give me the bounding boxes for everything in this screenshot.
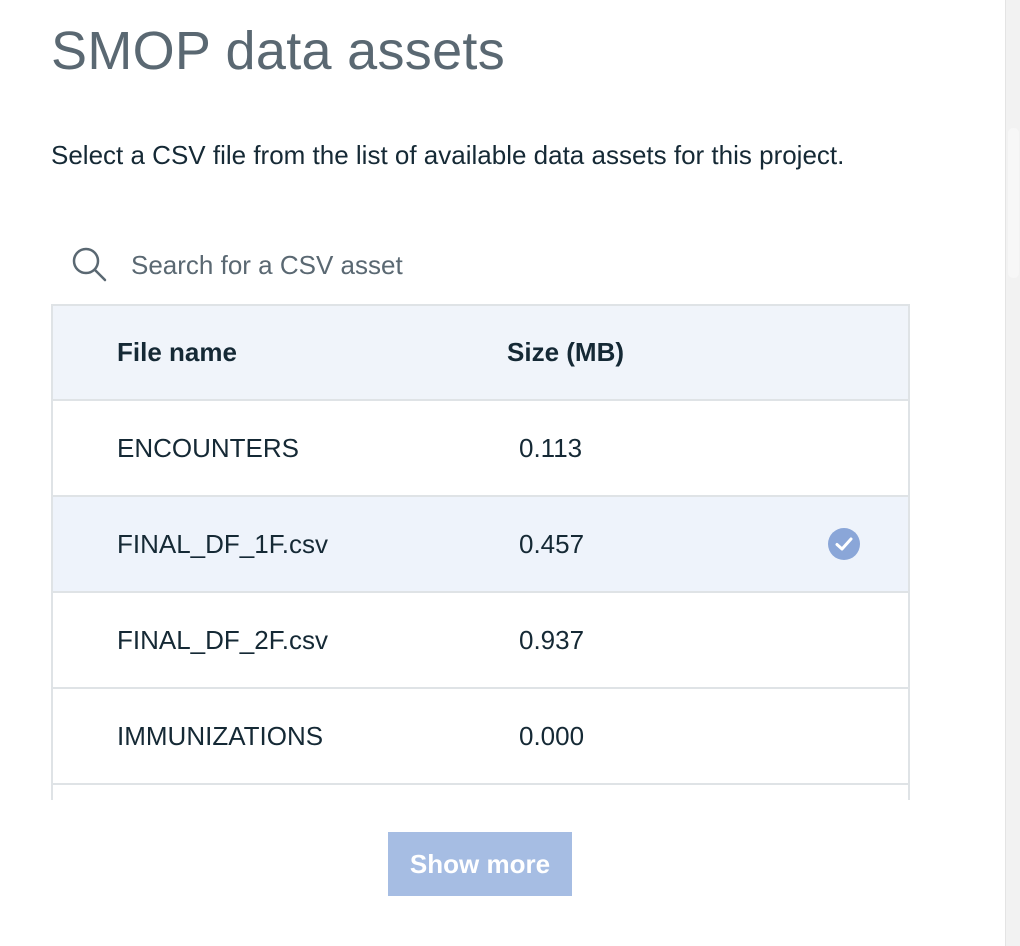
search-bar (51, 230, 909, 300)
file-size-cell: 0.937 (507, 592, 767, 689)
file-name-cell: ENCOUNTERS (53, 400, 507, 497)
selection-cell (767, 592, 908, 689)
column-header-file-name[interactable]: File name (53, 304, 507, 401)
file-size-cell: 0.457 (507, 496, 767, 593)
search-icon (72, 247, 107, 282)
scrollbar-thumb[interactable] (1008, 128, 1019, 278)
selection-cell (767, 784, 908, 800)
data-assets-panel: SMOP data assets Select a CSV file from … (0, 0, 1020, 946)
file-size-cell: 0.113 (507, 400, 767, 497)
table-row[interactable]: ENCOUNTERS 0.113 (53, 400, 908, 497)
checkmark-circle-icon (828, 528, 860, 561)
search-input[interactable] (131, 244, 831, 286)
scrollbar[interactable] (1005, 0, 1020, 946)
column-header-selection (767, 304, 908, 401)
file-size-cell (507, 784, 767, 800)
table-header-row: File name Size (MB) (53, 304, 908, 401)
page-description: Select a CSV file from the list of avail… (51, 140, 845, 170)
selection-cell (767, 400, 908, 497)
table-row[interactable]: IMMUNIZATIONS 0.000 (53, 688, 908, 785)
table-row-selected[interactable]: FINAL_DF_1F.csv 0.457 (53, 496, 908, 593)
file-name-cell (53, 784, 507, 800)
table-row[interactable]: FINAL_DF_2F.csv 0.937 (53, 592, 908, 689)
file-name-cell: IMMUNIZATIONS (53, 688, 507, 785)
file-name-cell: FINAL_DF_2F.csv (53, 592, 507, 689)
selection-cell (767, 688, 908, 785)
show-more-button[interactable]: Show more (388, 832, 572, 896)
file-size-cell: 0.000 (507, 688, 767, 785)
column-header-size[interactable]: Size (MB) (507, 304, 767, 401)
data-assets-table: File name Size (MB) ENCOUNTERS 0.113 FIN… (51, 304, 910, 800)
page-title: SMOP data assets (51, 21, 506, 81)
file-name-cell: FINAL_DF_1F.csv (53, 496, 507, 593)
table-row[interactable] (53, 784, 908, 800)
selection-cell (767, 496, 908, 593)
